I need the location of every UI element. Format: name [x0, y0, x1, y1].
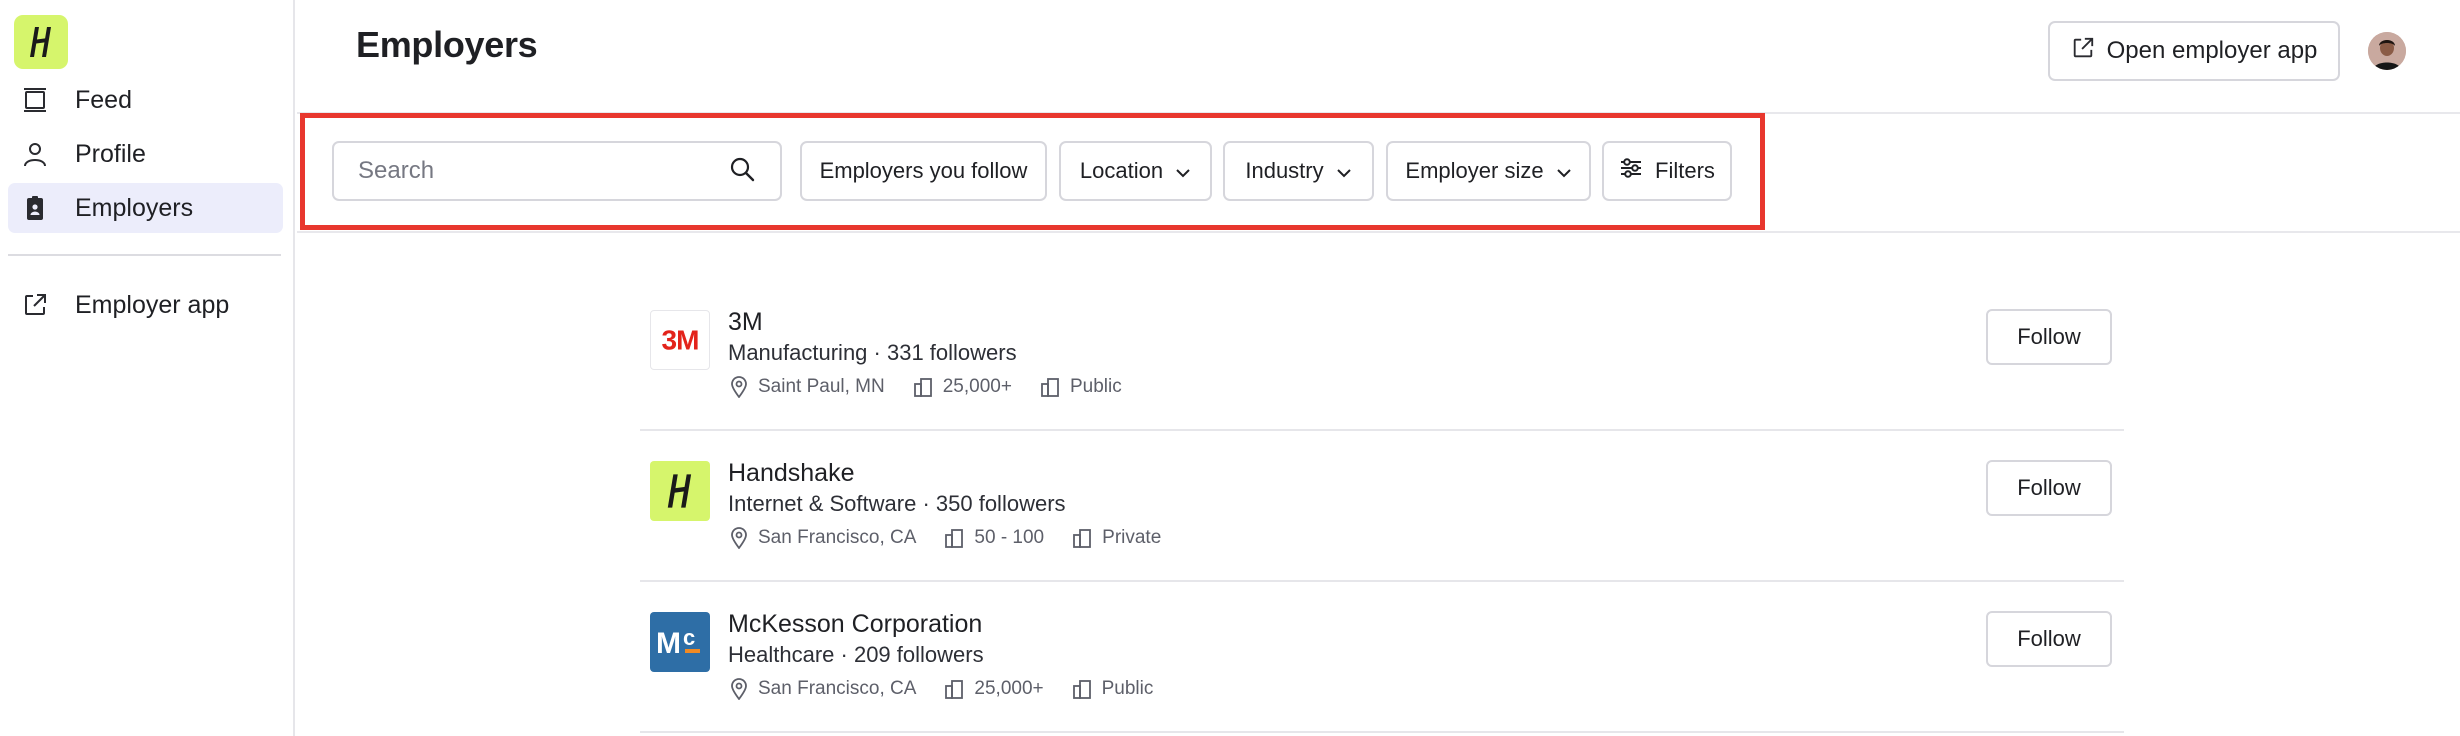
employer-summary: Internet & Software · 350 followers: [728, 491, 1066, 516]
follow-button[interactable]: Follow: [1986, 611, 2112, 667]
follow-button[interactable]: Follow: [1986, 309, 2112, 365]
building-icon: [1072, 680, 1091, 699]
page-title: Employers: [356, 24, 538, 65]
employer-type: Public: [1101, 678, 1154, 699]
employers-you-follow-filter[interactable]: Employers you follow: [800, 141, 1047, 201]
more-filters-button[interactable]: Filters: [1602, 141, 1732, 201]
employer-location: San Francisco, CA: [758, 527, 917, 548]
svg-text:M: M: [656, 627, 681, 660]
search-input[interactable]: [358, 157, 728, 185]
chip-label: Employer size: [1405, 158, 1544, 183]
employer-size: 50 - 100: [974, 527, 1045, 548]
employer-row[interactable]: 3M 3M Manufacturing · 331 followers Sain…: [640, 280, 2124, 431]
building-icon: [1041, 378, 1059, 397]
employer-industry: Internet & Software: [728, 491, 917, 516]
sidebar-item-label: Employer app: [75, 290, 230, 319]
chip-label: Filters: [1655, 158, 1715, 183]
employer-size: 25,000+: [942, 376, 1012, 397]
employer-meta: San Francisco, CA 25,000+ Public: [730, 678, 1181, 700]
location-pin-icon: [731, 678, 747, 700]
sliders-icon: [1619, 157, 1643, 185]
search-icon[interactable]: [728, 155, 756, 188]
employer-followers: 209 followers: [853, 642, 984, 667]
employer-followers: 331 followers: [886, 340, 1017, 365]
employer-summary: Healthcare · 209 followers: [728, 642, 984, 667]
employer-size-filter[interactable]: Employer size: [1386, 141, 1591, 201]
open-employer-app-button[interactable]: Open employer app: [2048, 21, 2340, 81]
chip-label: Location: [1079, 158, 1164, 183]
employer-size: 25,000+: [974, 678, 1044, 699]
chip-label: Employers you follow: [819, 158, 1028, 183]
employer-meta: San Francisco, CA 50 - 100 Private: [730, 527, 1189, 549]
sidebar: Feed Profile Employers Employer app: [0, 0, 295, 736]
employer-location: Saint Paul, MN: [758, 376, 885, 397]
chevron-down-icon: [1556, 158, 1572, 184]
external-link-icon: [2071, 36, 2095, 67]
handshake-logo[interactable]: [14, 15, 68, 69]
sidebar-item-profile[interactable]: Profile: [8, 129, 283, 179]
external-link-icon: [22, 291, 62, 319]
employer-logo-3m: 3M: [650, 310, 710, 370]
employer-meta: Saint Paul, MN 25,000+ Public: [730, 376, 1150, 398]
location-filter[interactable]: Location: [1059, 141, 1212, 201]
sidebar-item-label: Profile: [75, 139, 146, 168]
search-field[interactable]: [332, 141, 782, 201]
building-icon: [1073, 529, 1092, 548]
employer-industry: Healthcare: [728, 642, 835, 667]
employer-name[interactable]: 3M: [728, 308, 763, 337]
industry-filter[interactable]: Industry: [1223, 141, 1374, 201]
employer-type: Private: [1102, 527, 1162, 548]
chevron-down-icon: [1336, 158, 1352, 184]
employer-name[interactable]: McKesson Corporation: [728, 610, 982, 639]
employer-row[interactable]: Handshake Internet & Software · 350 foll…: [640, 431, 2124, 582]
chip-label: Industry: [1245, 158, 1324, 183]
location-pin-icon: [731, 376, 747, 398]
sidebar-item-employer-app[interactable]: Employer app: [8, 280, 283, 330]
filter-divider: [297, 231, 2460, 233]
employer-type: Public: [1069, 376, 1122, 397]
employer-followers: 350 followers: [935, 491, 1066, 516]
sidebar-item-label: Feed: [75, 85, 132, 114]
building-icon: [945, 529, 964, 548]
handshake-h-icon: [30, 27, 51, 57]
employer-location: San Francisco, CA: [758, 678, 917, 699]
svg-text:c: c: [683, 625, 695, 650]
sidebar-item-label: Employers: [75, 193, 194, 222]
open-employer-app-label: Open employer app: [2106, 37, 2318, 64]
avatar[interactable]: [2368, 32, 2406, 70]
sidebar-divider: [8, 254, 281, 256]
building-icon: [945, 680, 964, 699]
employers-icon: [22, 194, 62, 222]
sidebar-item-employers[interactable]: Employers: [8, 183, 283, 233]
handshake-h-icon: [667, 474, 692, 508]
employer-industry: Manufacturing: [728, 340, 868, 365]
feed-icon: [22, 86, 62, 114]
employer-row[interactable]: M c McKesson Corporation Healthcare · 20…: [640, 582, 2124, 733]
location-pin-icon: [731, 527, 747, 549]
employer-logo-handshake: [650, 461, 710, 521]
employer-name[interactable]: Handshake: [728, 459, 854, 488]
chevron-down-icon: [1175, 158, 1191, 184]
svg-text:3M: 3M: [662, 325, 699, 356]
profile-icon: [22, 140, 62, 168]
building-icon: [913, 378, 932, 397]
sidebar-item-feed[interactable]: Feed: [8, 75, 283, 125]
employer-summary: Manufacturing · 331 followers: [728, 340, 1017, 365]
follow-button[interactable]: Follow: [1986, 460, 2112, 516]
employer-logo-mckesson: M c: [650, 612, 710, 672]
